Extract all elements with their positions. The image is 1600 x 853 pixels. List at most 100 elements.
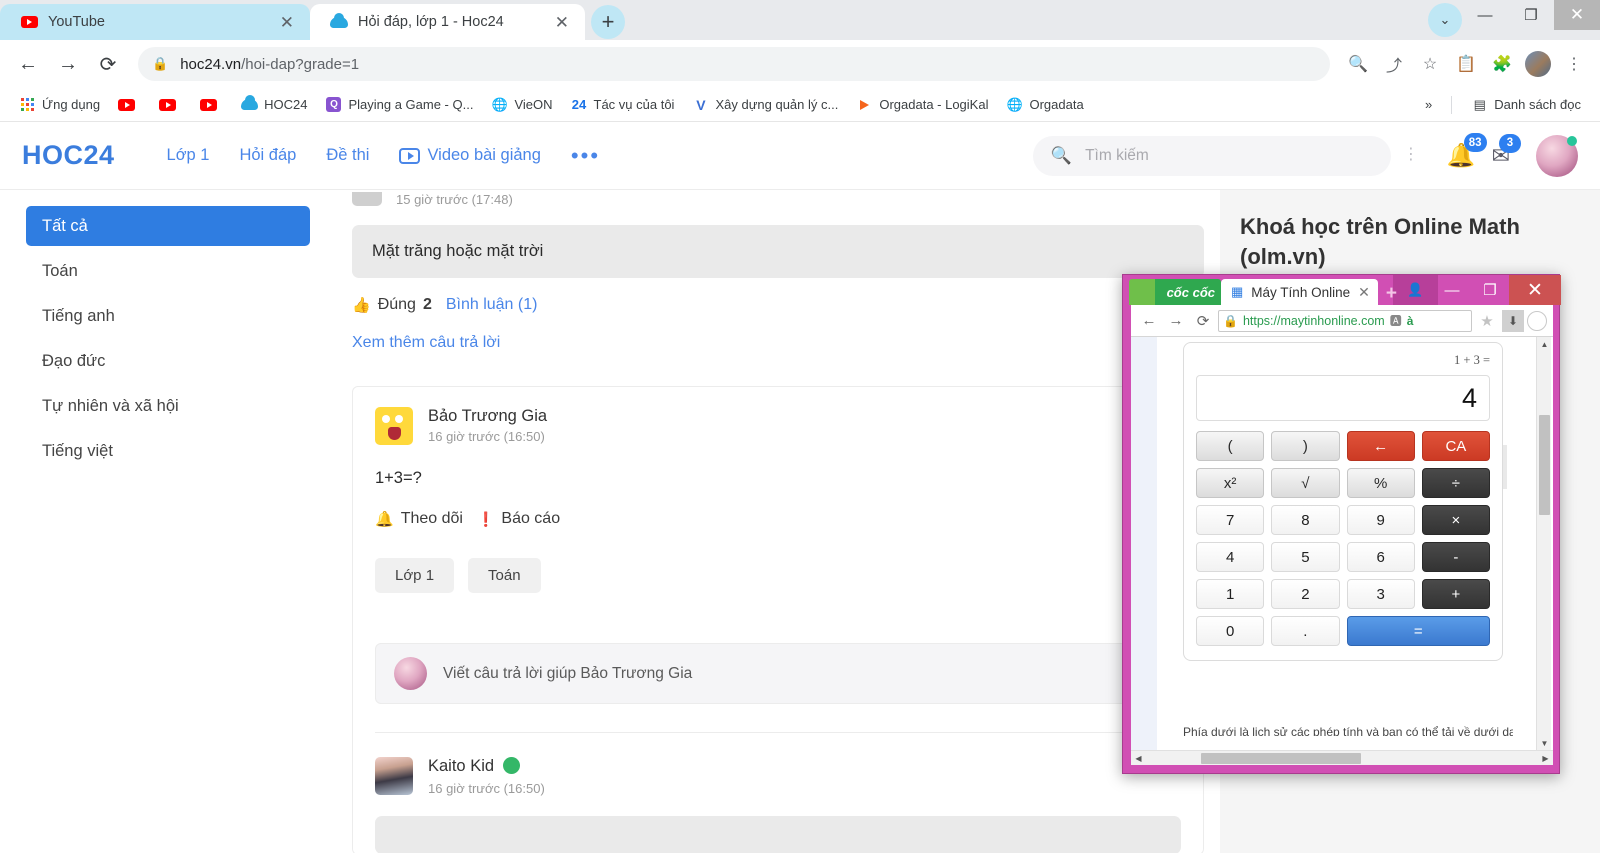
- back-button[interactable]: ←: [10, 46, 46, 82]
- scroll-down-arrow-icon[interactable]: ▼: [1537, 736, 1552, 751]
- nav-lop-1[interactable]: Lớp 1: [167, 146, 210, 165]
- horizontal-scroll-thumb[interactable]: [1201, 753, 1361, 764]
- calc-key-digit-6[interactable]: 6: [1346, 542, 1415, 572]
- popup-profile-icon[interactable]: 👤: [1393, 275, 1438, 305]
- bookmark-tasks[interactable]: 24 Tác vụ của tôi: [564, 93, 682, 116]
- close-window-button[interactable]: ✕: [1554, 0, 1600, 30]
- calc-key-digit-0[interactable]: 0: [1196, 616, 1265, 646]
- translate-icon[interactable]: 🅰: [1390, 312, 1402, 329]
- sidebar-item-tieng-anh[interactable]: Tiếng anh: [26, 296, 310, 336]
- sidebar-item-tat-ca[interactable]: Tất cả: [26, 206, 310, 246]
- star-icon[interactable]: ☆: [1414, 48, 1446, 80]
- three-dot-menu-icon[interactable]: ⋮: [1558, 48, 1590, 80]
- bookmark-youtube-1[interactable]: [111, 93, 148, 116]
- popup-address-bar[interactable]: 🔒 https://maytinhonline.com 🅰 à: [1218, 309, 1472, 332]
- sidebar-item-tu-nhien-xa-hoi[interactable]: Tự nhiên và xã hội: [26, 386, 310, 426]
- popup-close-button[interactable]: ✕: [1509, 275, 1561, 305]
- search-input[interactable]: 🔍 Tìm kiếm: [1032, 135, 1391, 176]
- sidebar-item-dao-duc[interactable]: Đạo đức: [26, 341, 310, 381]
- show-more-answers-link[interactable]: Xem thêm câu trả lời: [352, 334, 1204, 352]
- popup-star-icon[interactable]: ★: [1475, 309, 1499, 333]
- reading-list-button[interactable]: ▤ Danh sách đọc: [1464, 93, 1588, 116]
- calc-key-digit-1[interactable]: 1: [1196, 579, 1265, 609]
- puzzle-icon[interactable]: 🧩: [1486, 48, 1518, 80]
- reply-input[interactable]: Viết câu trả lời giúp Bảo Trương Gia: [375, 643, 1194, 704]
- calc-key-backspace[interactable]: ←: [1346, 431, 1415, 461]
- chevron-down-icon[interactable]: ⌄: [1428, 3, 1462, 37]
- messages-button[interactable]: ✉ 3: [1492, 133, 1521, 169]
- popup-maximize-button[interactable]: ❐: [1471, 275, 1509, 305]
- popup-tab-may-tinh-online[interactable]: ▦ Máy Tính Online ✕: [1221, 279, 1378, 305]
- follow-button[interactable]: 🔔 Theo dõi: [375, 510, 463, 528]
- nav-de-thi[interactable]: Đề thi: [326, 146, 369, 165]
- notes-extension-icon[interactable]: 📋: [1450, 48, 1482, 80]
- calc-key-digit-7[interactable]: 7: [1196, 505, 1265, 535]
- calc-key-decimal[interactable]: .: [1271, 616, 1340, 646]
- bookmark-orgadata-logikal[interactable]: Orgadata - LogiKal: [849, 93, 995, 116]
- tag-lop-1[interactable]: Lớp 1: [375, 558, 455, 593]
- calc-key-square[interactable]: x²: [1196, 468, 1265, 498]
- header-options-icon[interactable]: ⋮: [1403, 147, 1419, 163]
- nav-hoi-dap[interactable]: Hỏi đáp: [239, 146, 296, 165]
- minimize-button[interactable]: —: [1462, 0, 1508, 30]
- forward-button[interactable]: →: [50, 46, 86, 82]
- address-bar[interactable]: 🔒 hoc24.vn/hoi-dap?grade=1: [138, 47, 1330, 81]
- nav-video-bai-giang[interactable]: Video bài giảng: [399, 146, 541, 165]
- profile-avatar[interactable]: [1522, 48, 1554, 80]
- calc-key-paren-close[interactable]: ): [1271, 431, 1340, 461]
- scroll-up-arrow-icon[interactable]: ▲: [1537, 337, 1552, 352]
- calc-key-minus[interactable]: -: [1421, 542, 1490, 572]
- report-button[interactable]: ❗ Báo cáo: [477, 510, 560, 528]
- popup-back-button[interactable]: ←: [1137, 309, 1161, 333]
- sidebar-item-toan[interactable]: Toán: [26, 251, 310, 291]
- scroll-right-arrow-icon[interactable]: ▶: [1538, 751, 1553, 766]
- comment-button[interactable]: Bình luận (1): [446, 296, 538, 314]
- calc-key-digit-3[interactable]: 3: [1346, 579, 1415, 609]
- notifications-button[interactable]: 🔔 83: [1447, 133, 1487, 169]
- nav-more-button[interactable]: •••: [571, 144, 600, 166]
- calc-key-digit-8[interactable]: 8: [1271, 505, 1340, 535]
- popup-download-icon[interactable]: ⬇: [1502, 309, 1524, 332]
- calc-key-paren-open[interactable]: (: [1196, 431, 1265, 461]
- calc-key-plus[interactable]: +: [1421, 579, 1490, 609]
- bookmark-xay-dung[interactable]: V Xây dựng quản lý c...: [685, 93, 845, 116]
- question-author-name[interactable]: Bảo Trương Gia: [428, 407, 547, 426]
- bookmark-hoc24[interactable]: HOC24: [234, 93, 314, 116]
- popup-new-tab-button[interactable]: +: [1386, 283, 1397, 305]
- popup-minimize-button[interactable]: —: [1433, 275, 1471, 305]
- popup-forward-button[interactable]: →: [1164, 309, 1188, 333]
- user-avatar[interactable]: [1536, 134, 1578, 177]
- calc-key-divide[interactable]: ÷: [1421, 468, 1490, 498]
- close-tab-icon[interactable]: ✕: [551, 12, 573, 33]
- popup-vertical-scrollbar[interactable]: ▲ ▼: [1536, 337, 1551, 751]
- dictionary-icon[interactable]: à: [1407, 314, 1414, 328]
- popup-horizontal-scrollbar[interactable]: ◀ ▶: [1131, 750, 1553, 765]
- calc-key-digit-5[interactable]: 5: [1271, 542, 1340, 572]
- tag-toan[interactable]: Toán: [468, 558, 541, 593]
- bookmark-youtube-3[interactable]: [193, 93, 230, 116]
- bookmark-apps[interactable]: Ứng dụng: [12, 93, 107, 116]
- coccoc-popup-window[interactable]: — ❐ ✕ 👤 cốc cốc ▦ Máy Tính Online ✕ + ← …: [1122, 274, 1561, 774]
- calc-key-digit-2[interactable]: 2: [1271, 579, 1340, 609]
- sidebar-item-tieng-viet[interactable]: Tiếng việt: [26, 431, 310, 471]
- bookmark-youtube-2[interactable]: [152, 93, 189, 116]
- site-logo[interactable]: HOC24: [22, 140, 115, 171]
- question-author-avatar[interactable]: [375, 407, 413, 445]
- bookmark-vieon[interactable]: 🌐 VieON: [484, 93, 559, 116]
- calc-key-percent[interactable]: %: [1346, 468, 1415, 498]
- close-tab-icon[interactable]: ✕: [276, 12, 298, 33]
- popup-close-tab-icon[interactable]: ✕: [1358, 284, 1370, 301]
- calc-key-digit-4[interactable]: 4: [1196, 542, 1265, 572]
- second-answer-avatar[interactable]: [375, 757, 413, 795]
- zoom-out-icon[interactable]: 🔍: [1342, 48, 1374, 80]
- popup-profile-circle-icon[interactable]: [1527, 310, 1547, 331]
- popup-reload-button[interactable]: ⟳: [1191, 309, 1215, 333]
- calculator-display[interactable]: 4: [1196, 375, 1490, 421]
- bookmark-orgadata[interactable]: 🌐 Orgadata: [999, 93, 1090, 116]
- scroll-left-arrow-icon[interactable]: ◀: [1131, 751, 1146, 766]
- browser-tab-youtube[interactable]: YouTube ✕: [0, 4, 310, 40]
- bookmarks-overflow-button[interactable]: »: [1418, 94, 1439, 115]
- browser-tab-hoc24[interactable]: Hỏi đáp, lớp 1 - Hoc24 ✕: [310, 4, 585, 40]
- calc-key-equals[interactable]: =: [1346, 616, 1490, 646]
- calc-key-sqrt[interactable]: √: [1271, 468, 1340, 498]
